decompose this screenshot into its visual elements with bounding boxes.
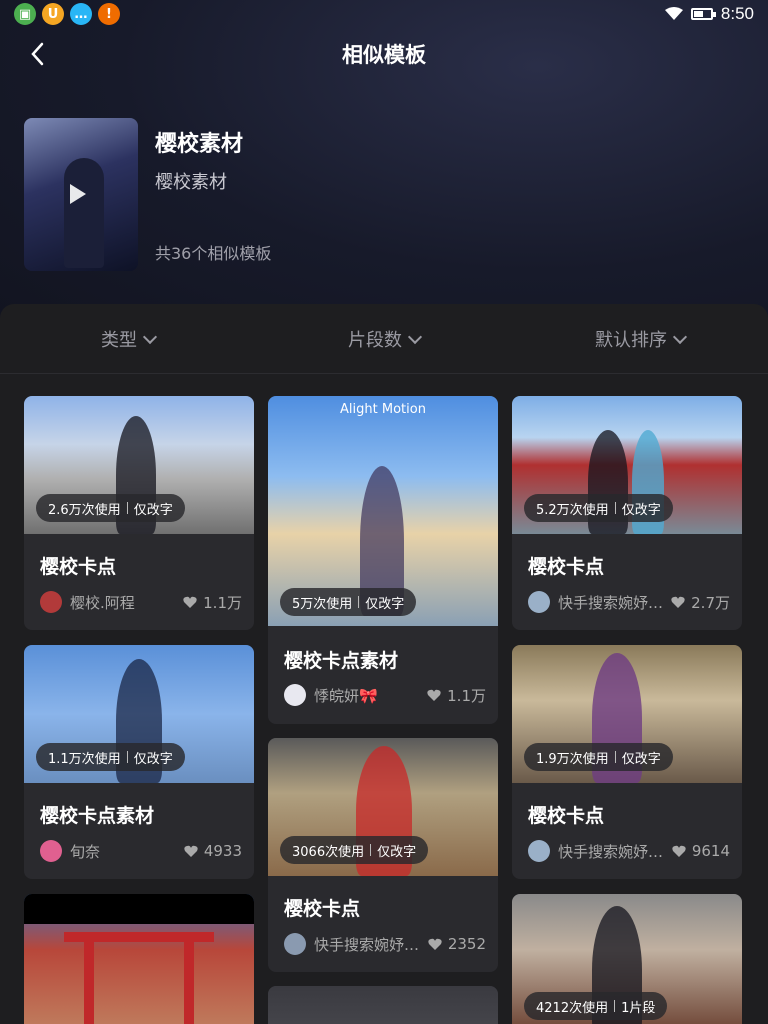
filter-label: 默认排序 bbox=[595, 329, 667, 351]
avatar bbox=[528, 591, 550, 613]
card-title: 樱校卡点 bbox=[40, 556, 117, 578]
author-name: 快手搜索婉妤… bbox=[558, 842, 664, 861]
filter-bar: 类型 片段数 默认排序 bbox=[0, 304, 768, 374]
card-title: 樱校卡点 bbox=[528, 805, 605, 827]
like-count: 1.1万 bbox=[203, 593, 242, 612]
like-count: 4933 bbox=[203, 842, 242, 860]
card-thumbnail bbox=[268, 986, 498, 1024]
template-card[interactable]: 3066次使用 仅改字 樱校卡点 快手搜索婉妤… 2352 bbox=[268, 738, 498, 972]
filter-label: 片段数 bbox=[348, 329, 402, 351]
filter-segments[interactable]: 片段数 bbox=[256, 304, 512, 373]
usage-badge: 5万次使用 仅改字 bbox=[280, 588, 417, 616]
avatar bbox=[528, 840, 550, 862]
chevron-down-icon bbox=[407, 329, 423, 344]
template-title: 樱校素材 bbox=[155, 132, 244, 157]
usage-badge: 4212次使用 1片段 bbox=[524, 992, 668, 1020]
top-nav: 相似模板 bbox=[0, 30, 768, 78]
heart-icon bbox=[184, 845, 198, 857]
phone-app-icon: ▣ bbox=[14, 3, 36, 25]
usage-badge: 5.2万次使用 仅改字 bbox=[524, 494, 673, 522]
template-card[interactable]: 1.9万次使用 仅改字 樱校卡点 快手搜索婉妤… 9614 bbox=[512, 645, 742, 879]
status-time: 8:50 bbox=[720, 4, 754, 23]
usage-badge: 1.9万次使用 仅改字 bbox=[524, 743, 673, 771]
template-card[interactable]: 1.1万次使用 仅改字 樱校卡点素材 旬奈 4933 bbox=[24, 645, 254, 879]
chevron-down-icon bbox=[672, 329, 688, 344]
heart-icon bbox=[671, 596, 685, 608]
template-card[interactable]: 5.2万次使用 仅改字 樱校卡点 快手搜索婉妤… 2.7万 bbox=[512, 396, 742, 630]
filter-sort[interactable]: 默认排序 bbox=[512, 304, 768, 373]
author-name: 悸皖妍🎀 bbox=[314, 686, 378, 705]
author-name: 旬奈 bbox=[70, 842, 101, 861]
battery-icon bbox=[690, 8, 716, 20]
card-title: 樱校卡点素材 bbox=[284, 650, 399, 672]
author-name: 快手搜索婉妤… bbox=[558, 593, 664, 612]
heart-icon bbox=[183, 596, 197, 608]
back-arrow-icon[interactable] bbox=[24, 38, 56, 70]
filter-label: 类型 bbox=[101, 329, 137, 351]
wifi-icon bbox=[664, 7, 683, 20]
usage-badge: 3066次使用 仅改字 bbox=[280, 836, 429, 864]
card-title: 樱校卡点 bbox=[528, 556, 605, 578]
template-subtitle: 樱校素材 bbox=[155, 172, 227, 193]
like-count: 2.7万 bbox=[691, 593, 730, 612]
chat-app-icon: … bbox=[70, 3, 92, 25]
card-title: 樱校卡点 bbox=[284, 898, 361, 920]
usage-badge: 1.1万次使用 仅改字 bbox=[36, 743, 185, 771]
like-count: 9614 bbox=[691, 842, 730, 860]
like-count: 2352 bbox=[447, 935, 486, 953]
template-card[interactable]: Alight Motion 5万次使用 仅改字 樱校卡点素材 悸皖妍🎀 1.1万 bbox=[268, 396, 498, 724]
avatar bbox=[40, 840, 62, 862]
usage-badge: 2.6万次使用 仅改字 bbox=[36, 494, 185, 522]
u-app-icon: U bbox=[42, 3, 64, 25]
like-count: 1.1万 bbox=[447, 686, 486, 705]
author-name: 樱校.阿程 bbox=[70, 593, 135, 612]
author-name: 快手搜索婉妤… bbox=[314, 935, 420, 954]
template-card[interactable] bbox=[24, 894, 254, 1024]
avatar bbox=[284, 684, 306, 706]
cover-figure bbox=[64, 158, 104, 268]
heart-icon bbox=[427, 689, 441, 701]
status-bar: ▣ U … ! 8:50 bbox=[0, 0, 768, 28]
avatar bbox=[40, 591, 62, 613]
avatar bbox=[284, 933, 306, 955]
template-card[interactable] bbox=[268, 986, 498, 1024]
template-cover[interactable] bbox=[24, 118, 138, 271]
heart-icon bbox=[672, 845, 686, 857]
play-icon[interactable] bbox=[70, 184, 86, 204]
card-thumbnail bbox=[24, 894, 254, 1024]
card-title: 樱校卡点素材 bbox=[40, 805, 155, 827]
filter-type[interactable]: 类型 bbox=[0, 304, 256, 373]
page-title: 相似模板 bbox=[342, 43, 426, 67]
heart-icon bbox=[428, 938, 442, 950]
chevron-down-icon bbox=[142, 329, 158, 344]
watermark-text: Alight Motion bbox=[340, 402, 426, 417]
template-card[interactable]: 2.6万次使用 仅改字 樱校卡点 樱校.阿程 1.1万 bbox=[24, 396, 254, 630]
alert-app-icon: ! bbox=[98, 3, 120, 25]
template-card[interactable]: 4212次使用 1片段 bbox=[512, 894, 742, 1024]
similar-count: 共36个相似模板 bbox=[155, 244, 272, 263]
